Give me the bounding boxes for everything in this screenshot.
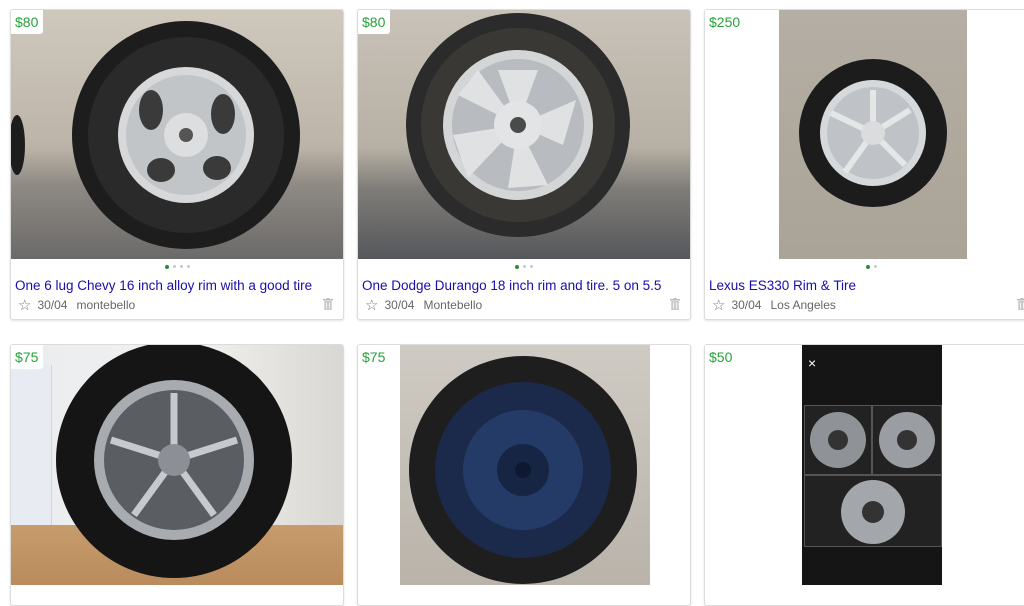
trash-icon[interactable]: [670, 298, 680, 310]
listing-title-link[interactable]: Lexus ES330 Rim & Tire: [709, 278, 1024, 293]
pager-dot[interactable]: [172, 265, 176, 269]
pager-dot[interactable]: [164, 264, 169, 269]
location: Montebello: [423, 298, 483, 312]
listing-card[interactable]: $75: [10, 344, 344, 606]
star-outline-icon[interactable]: ☆: [712, 297, 725, 314]
price-badge: $75: [11, 345, 44, 369]
price-badge: $80: [358, 10, 391, 34]
listing-image[interactable]: [705, 10, 1024, 259]
listing-meta: ☆ 30/04 Los Angeles: [712, 296, 836, 314]
listing-card[interactable]: $250 Lexus ES330 Rim & Tire ☆ 30/04 Los An…: [704, 9, 1024, 320]
listing-image[interactable]: [358, 10, 690, 259]
listing-image[interactable]: ×: [705, 345, 1024, 585]
pager-dot[interactable]: [179, 265, 183, 269]
pager-dot[interactable]: [865, 264, 870, 269]
phone-screenshot: ×: [802, 345, 942, 585]
post-date: 30/04: [384, 298, 415, 312]
close-icon: ×: [808, 355, 817, 371]
price-badge: $50: [705, 345, 738, 369]
pager-dot[interactable]: [523, 265, 526, 269]
listing-image[interactable]: [11, 345, 343, 585]
listing-card[interactable]: × $50: [704, 344, 1024, 606]
trash-icon[interactable]: [1017, 298, 1024, 310]
location: montebello: [76, 298, 136, 312]
listing-image[interactable]: [11, 10, 343, 259]
pager-dot[interactable]: [186, 265, 190, 269]
price-badge: $75: [358, 345, 391, 369]
star-outline-icon[interactable]: ☆: [365, 297, 378, 314]
price-badge: $80: [11, 10, 44, 34]
pager-dot[interactable]: [873, 265, 877, 269]
image-pager[interactable]: [358, 264, 690, 270]
listing-card[interactable]: $75: [357, 344, 691, 606]
pager-dot[interactable]: [530, 265, 533, 269]
location: Los Angeles: [770, 298, 836, 312]
price-badge: $250: [705, 10, 746, 34]
trash-icon[interactable]: [323, 298, 333, 310]
listing-meta: ☆ 30/04 Montebello: [365, 296, 482, 314]
listing-title-link[interactable]: One Dodge Durango 18 inch rim and tire. …: [362, 278, 686, 293]
listing-card[interactable]: $80 One Dodge Durango 18 inch rim and ti…: [357, 9, 691, 320]
listing-title-link[interactable]: One 6 lug Chevy 16 inch alloy rim with a…: [15, 278, 339, 293]
image-pager[interactable]: [11, 264, 343, 270]
listing-meta: ☆ 30/04 montebello: [18, 296, 135, 314]
image-pager[interactable]: [705, 264, 1024, 270]
pager-dot[interactable]: [515, 264, 519, 269]
star-outline-icon[interactable]: ☆: [18, 297, 31, 314]
listing-card[interactable]: $80 One 6 lug Chevy 16 inch alloy rim wi…: [10, 9, 344, 320]
post-date: 30/04: [731, 298, 762, 312]
post-date: 30/04: [37, 298, 68, 312]
listing-image[interactable]: [358, 345, 690, 585]
